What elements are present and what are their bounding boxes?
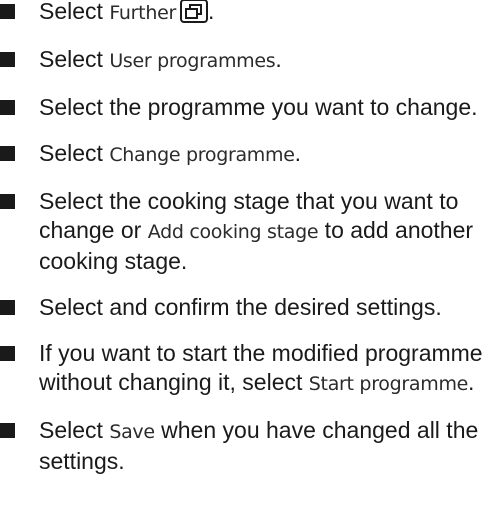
step-text: Select [39,140,110,166]
step-text: Select [39,417,110,443]
square-bullet-icon [0,146,15,161]
further-windows-icon [179,0,208,23]
menu-term: Further [109,2,176,24]
instruction-list: Select Further. Select User programmes. … [0,0,494,476]
menu-term: Save [109,421,155,443]
step-select-user-programmes: Select User programmes. [0,45,494,76]
step-save: Select Save when you have changed all th… [0,416,494,476]
square-bullet-icon [0,4,15,19]
square-bullet-icon [0,100,15,115]
step-text: . [294,140,302,166]
step-select-cooking-stage: Select the cooking stage that you want t… [0,187,494,276]
step-text: Select [39,0,110,24]
menu-term: Start programme [308,373,469,395]
menu-term: Add cooking stage [147,221,319,243]
square-bullet-icon [0,194,15,209]
menu-term: User programmes [109,50,276,72]
square-bullet-icon [0,300,15,315]
step-select-programme: Select the programme you want to change. [0,93,494,122]
step-select-change-programme: Select Change programme. [0,139,494,170]
step-text: Select and confirm the desired settings. [39,294,442,320]
square-bullet-icon [0,346,15,361]
square-bullet-icon [0,52,15,67]
step-text: Select the programme you want to change. [39,94,478,120]
step-start-programme: If you want to start the modified progra… [0,339,494,399]
square-bullet-icon [0,423,15,438]
step-select-further: Select Further. [0,0,494,28]
step-text: . [275,46,282,72]
step-text: . [207,0,215,24]
step-confirm-settings: Select and confirm the desired settings. [0,293,494,322]
menu-term: Change programme [109,144,295,166]
step-text: . [468,369,475,395]
step-text: Select [39,46,110,72]
